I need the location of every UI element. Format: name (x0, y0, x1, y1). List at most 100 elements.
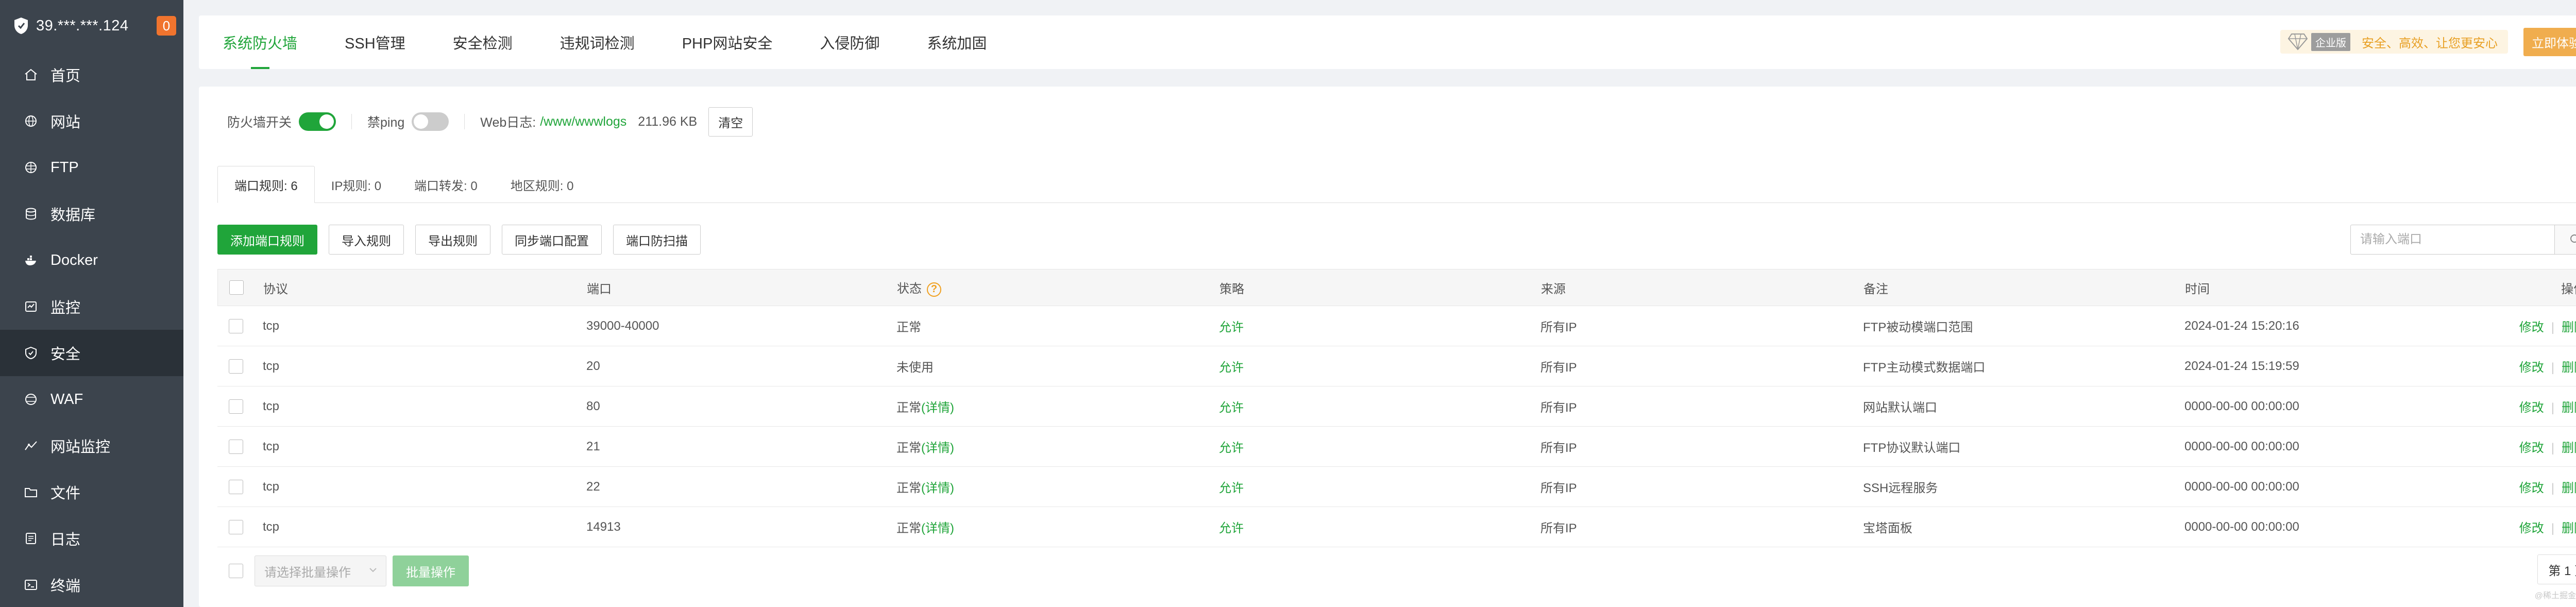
row-checkbox[interactable] (229, 359, 243, 374)
tab-3[interactable]: 违规词检测 (560, 15, 635, 69)
cell-status: 正常 (896, 317, 921, 335)
try-now-button[interactable]: 立即体验 (2523, 27, 2576, 56)
server-ip: 39.***.***.124 (36, 17, 129, 34)
sidebar-item-0[interactable]: 首页 (0, 52, 183, 98)
ping-toggle[interactable] (412, 112, 449, 131)
footer-select-all-checkbox[interactable] (229, 564, 243, 578)
tab-2[interactable]: 安全检测 (453, 15, 513, 69)
logo-icon (14, 18, 28, 34)
cell-source: 所有IP (1540, 321, 1577, 334)
table-header: 协议 端口 状态? 策略 来源 备注 时间 操作 (217, 269, 2576, 306)
row-checkbox[interactable] (229, 479, 243, 494)
rule-tab-0[interactable]: 端口规则: 6 (217, 166, 315, 203)
tab-5[interactable]: 入侵防御 (820, 15, 879, 69)
delete-link[interactable]: 删除 (2562, 401, 2576, 415)
delete-link[interactable]: 删除 (2562, 441, 2576, 455)
header-time: 时间 (2185, 282, 2210, 296)
status-detail-link[interactable]: (详情) (921, 401, 954, 415)
cell-policy: 允许 (1219, 441, 1244, 455)
page-indicator[interactable]: 第 1 页 (2537, 554, 2576, 584)
sidebar-item-8[interactable]: 网站监控 (0, 423, 183, 469)
sidebar-header: 39.***.***.124 0 (0, 0, 183, 52)
tab-4[interactable]: PHP网站安全 (682, 15, 773, 69)
cell-ops: 修改 | 删除 (2519, 478, 2576, 496)
tab-1[interactable]: SSH管理 (345, 15, 405, 69)
sidebar-item-7[interactable]: WAF (0, 376, 183, 423)
firewall-toggle[interactable] (299, 112, 336, 131)
sidebar-item-3[interactable]: 数据库 (0, 191, 183, 237)
row-checkbox[interactable] (229, 439, 243, 454)
weblog-label: Web日志: (480, 115, 536, 130)
toggle-knob (319, 114, 334, 129)
sidebar-item-label: FTP (50, 159, 79, 176)
status-text: 正常 (896, 441, 921, 455)
delete-link[interactable]: 删除 (2562, 481, 2576, 495)
tab-6[interactable]: 系统加固 (927, 15, 987, 69)
cell-time: 2024-01-24 15:20:16 (2184, 318, 2299, 333)
row-checkbox[interactable] (229, 318, 243, 333)
ops-divider: | (2551, 441, 2554, 455)
promo-text: 安全、高效、让您更安心 (2362, 36, 2498, 50)
sidebar-item-10[interactable]: 日志 (0, 515, 183, 562)
sidebar-item-1[interactable]: 网站 (0, 98, 183, 144)
toolbar-button-3[interactable]: 同步端口配置 (502, 225, 602, 255)
port-search-input[interactable] (2350, 225, 2554, 255)
cell-note: FTP协议默认端口 (1863, 441, 1961, 455)
toolbar-button-2[interactable]: 导出规则 (415, 225, 490, 255)
status-detail-link[interactable]: (详情) (921, 521, 954, 535)
cell-note: SSH远程服务 (1863, 481, 1938, 495)
table-row: tcp 14913 正常(详情) 允许 所有IP 宝塔面板 0000-00-00 00:00… (217, 507, 2576, 547)
cell-source: 所有IP (1540, 401, 1577, 415)
sidebar-item-4[interactable]: Docker (0, 237, 183, 283)
edit-link[interactable]: 修改 (2519, 441, 2544, 455)
folder-icon (25, 488, 37, 497)
sidebar-item-11[interactable]: 终端 (0, 562, 183, 607)
cell-policy: 允许 (1219, 521, 1244, 535)
rule-tab-1[interactable]: IP规则: 0 (315, 166, 398, 203)
row-checkbox[interactable] (229, 519, 243, 534)
edit-link[interactable]: 修改 (2519, 521, 2544, 535)
port-search (2350, 225, 2576, 255)
sidebar-item-5[interactable]: 监控 (0, 283, 183, 330)
batch-action-button[interactable]: 批量操作 (393, 555, 469, 586)
edit-link[interactable]: 修改 (2519, 321, 2544, 334)
table-row: tcp 39000-40000 正常 允许 所有IP FTP被动模端口范围 2024-01-… (217, 306, 2576, 346)
toolbar-button-1[interactable]: 导入规则 (329, 225, 404, 255)
row-checkbox[interactable] (229, 399, 243, 414)
notification-badge[interactable]: 0 (157, 16, 176, 36)
delete-link[interactable]: 删除 (2562, 521, 2576, 535)
cell-port: 21 (586, 439, 600, 453)
cell-protocol: tcp (263, 519, 280, 534)
select-all-checkbox[interactable] (229, 280, 244, 295)
status-detail-link[interactable]: (详情) (921, 481, 954, 495)
edit-link[interactable]: 修改 (2519, 401, 2544, 415)
terminal-icon (25, 580, 37, 590)
rule-tab-2[interactable]: 端口转发: 0 (398, 166, 494, 203)
table-row: tcp 22 正常(详情) 允许 所有IP SSH远程服务 0000-00-00 00:00… (217, 467, 2576, 507)
sidebar-item-label: 日志 (50, 532, 81, 548)
batch-action-select[interactable]: 请选择批量操作 (255, 555, 386, 586)
weblog-path-link[interactable]: /www/wwwlogs (540, 114, 626, 129)
sidebar-item-9[interactable]: 文件 (0, 469, 183, 515)
cell-time: 0000-00-00 00:00:00 (2184, 399, 2299, 413)
delete-link[interactable]: 删除 (2562, 321, 2576, 334)
toolbar-button-4[interactable]: 端口防扫描 (613, 225, 701, 255)
cell-protocol: tcp (263, 318, 280, 333)
search-button[interactable] (2554, 225, 2576, 255)
status-text: 正常 (896, 321, 921, 334)
edit-link[interactable]: 修改 (2519, 481, 2544, 495)
sidebar-item-2[interactable]: FTP (0, 144, 183, 191)
delete-link[interactable]: 删除 (2562, 361, 2576, 375)
help-icon[interactable]: ? (927, 282, 941, 297)
cell-ops: 修改 | 删除 (2519, 357, 2576, 375)
rule-tab-3[interactable]: 地区规则: 0 (494, 166, 590, 203)
edit-link[interactable]: 修改 (2519, 361, 2544, 375)
status-detail-link[interactable]: (详情) (921, 441, 954, 455)
firewall-panel: 防火墙开关 禁ping Web日志: /www/wwwlogs 211.96 K… (199, 87, 2576, 607)
tab-0[interactable]: 系统防火墙 (223, 15, 297, 69)
sidebar-item-6[interactable]: 安全 (0, 330, 183, 376)
cell-port: 14913 (586, 519, 621, 534)
cell-time: 0000-00-00 00:00:00 (2184, 439, 2299, 453)
clear-log-button[interactable]: 清空 (708, 107, 753, 137)
toolbar-button-0[interactable]: 添加端口规则 (217, 225, 317, 255)
